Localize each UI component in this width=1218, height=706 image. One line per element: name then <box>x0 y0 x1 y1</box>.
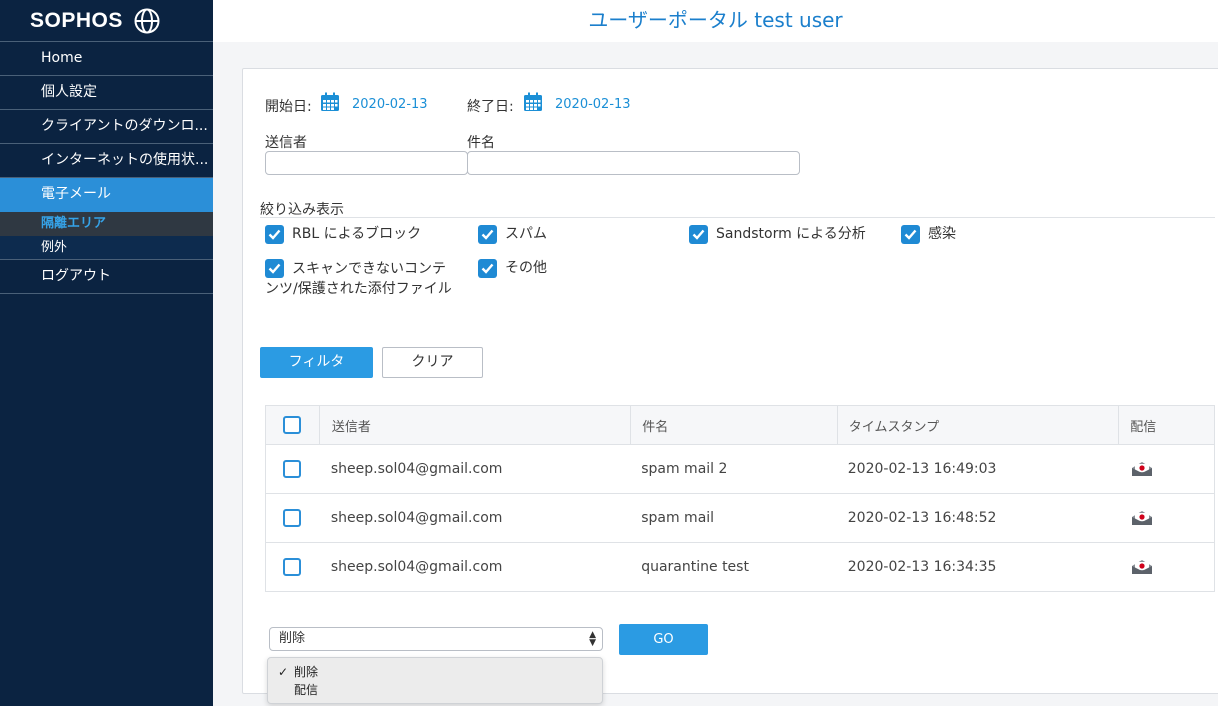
check-icon[interactable] <box>478 225 497 244</box>
clear-button[interactable]: クリア <box>382 347 483 378</box>
cell-timestamp: 2020-02-13 16:34:35 <box>847 559 997 575</box>
row-checkbox[interactable] <box>283 460 302 478</box>
filter-infected[interactable]: 感染 <box>901 225 956 244</box>
filter-rbl-label: RBL によるブロック <box>292 226 422 242</box>
brand-name: SOPHOS <box>30 8 123 32</box>
sidebar-subitem-quarantine[interactable]: 隔離エリア <box>0 212 213 236</box>
dropdown-option-label: 配信 <box>294 683 319 697</box>
row-checkbox[interactable] <box>283 558 302 576</box>
select-all-checkbox[interactable] <box>283 416 302 434</box>
sophos-logo[interactable]: SOPHOS <box>0 0 213 42</box>
filter-spam-label: スパム <box>505 226 547 242</box>
checkmark-icon: ✓ <box>278 665 289 679</box>
filter-unscannable[interactable]: スキャンできないコンテンツ/保護された添付ファイル <box>265 259 455 297</box>
subject-label: 件名 <box>467 135 495 151</box>
cell-subject: spam mail 2 <box>641 461 728 477</box>
cell-timestamp: 2020-02-13 16:49:03 <box>847 461 997 477</box>
action-dropdown-menu: ✓ 削除 配信 <box>267 657 603 704</box>
page-title: ユーザーポータル test user <box>588 8 843 32</box>
globe-icon <box>134 8 160 33</box>
sidebar-item-personal-settings[interactable]: 個人設定 <box>0 76 213 110</box>
row-checkbox[interactable] <box>283 509 302 527</box>
check-icon[interactable] <box>901 225 920 244</box>
table-row: sheep.sol04@gmail.com spam mail 2 2020-0… <box>266 444 1214 493</box>
sender-input[interactable] <box>265 151 468 175</box>
dropdown-option-delete[interactable]: ✓ 削除 <box>268 663 602 681</box>
check-icon[interactable] <box>689 225 708 244</box>
dropdown-option-label: 削除 <box>294 665 319 679</box>
filter-other-label: その他 <box>505 260 547 276</box>
refine-label: 絞り込み表示 <box>260 202 344 218</box>
filter-button[interactable]: フィルタ <box>260 347 373 378</box>
table-row: sheep.sol04@gmail.com quarantine test 20… <box>266 542 1214 591</box>
calendar-icon[interactable] <box>320 92 340 112</box>
action-select[interactable]: 削除 ▲ ▼ <box>269 627 603 651</box>
subject-input[interactable] <box>467 151 800 175</box>
column-header-deliver[interactable]: 配信 <box>1118 406 1214 444</box>
end-date-label: 終了日: <box>467 99 514 115</box>
sidebar: SOPHOS Home 個人設定 クライアントのダウンロ... インターネットの… <box>0 0 213 706</box>
sidebar-item-logout[interactable]: ログアウト <box>0 260 213 294</box>
filter-sandstorm[interactable]: Sandstorm による分析 <box>689 225 866 244</box>
sidebar-item-home[interactable]: Home <box>0 42 213 76</box>
column-header-timestamp[interactable]: タイムスタンプ <box>836 406 1118 444</box>
filter-other[interactable]: その他 <box>478 259 547 278</box>
sidebar-item-client-download[interactable]: クライアントのダウンロ... <box>0 110 213 144</box>
deliver-mail-icon[interactable] <box>1131 461 1153 477</box>
sidebar-item-email[interactable]: 電子メール <box>0 178 213 212</box>
filter-infected-label: 感染 <box>928 226 956 242</box>
filter-unscannable-label: スキャンできないコンテンツ/保護された添付ファイル <box>265 261 452 297</box>
column-header-sender[interactable]: 送信者 <box>318 406 630 444</box>
filter-spam[interactable]: スパム <box>478 225 547 244</box>
check-icon[interactable] <box>265 225 284 244</box>
sidebar-item-internet-usage[interactable]: インターネットの使用状... <box>0 144 213 178</box>
deliver-mail-icon[interactable] <box>1131 559 1153 575</box>
filter-sandstorm-label: Sandstorm による分析 <box>716 226 866 242</box>
calendar-icon[interactable] <box>523 92 543 112</box>
sender-label: 送信者 <box>265 135 307 151</box>
divider <box>260 217 1215 218</box>
cell-sender: sheep.sol04@gmail.com <box>330 510 503 526</box>
table-row: sheep.sol04@gmail.com spam mail 2020-02-… <box>266 493 1214 542</box>
dropdown-option-deliver[interactable]: 配信 <box>268 681 602 699</box>
cell-sender: sheep.sol04@gmail.com <box>330 461 503 477</box>
cell-timestamp: 2020-02-13 16:48:52 <box>847 510 997 526</box>
cell-sender: sheep.sol04@gmail.com <box>330 559 503 575</box>
filter-rbl[interactable]: RBL によるブロック <box>265 225 421 244</box>
cell-subject: spam mail <box>641 510 715 526</box>
start-date-value[interactable]: 2020-02-13 <box>352 97 428 112</box>
deliver-mail-icon[interactable] <box>1131 510 1153 526</box>
table-header: 送信者 件名 タイムスタンプ 配信 <box>266 406 1214 444</box>
check-icon[interactable] <box>478 259 497 278</box>
quarantine-table: 送信者 件名 タイムスタンプ 配信 sheep.sol04@gmail.com … <box>265 405 1215 592</box>
cell-subject: quarantine test <box>641 559 749 575</box>
updown-arrow-icon: ▲ ▼ <box>589 630 596 648</box>
start-date-label: 開始日: <box>265 99 312 115</box>
go-button[interactable]: GO <box>619 624 708 655</box>
sidebar-subitem-exceptions[interactable]: 例外 <box>0 236 213 260</box>
action-select-value: 削除 <box>279 631 306 646</box>
end-date-value[interactable]: 2020-02-13 <box>555 97 631 112</box>
column-header-subject[interactable]: 件名 <box>630 406 837 444</box>
